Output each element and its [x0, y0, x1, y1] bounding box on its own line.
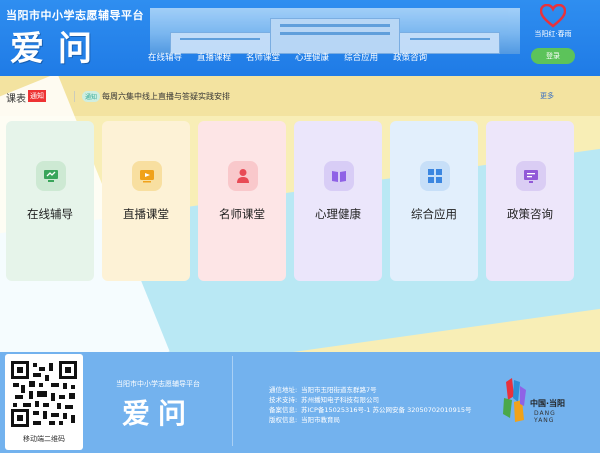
- main-content: 课表 通知 通知 每周六集中线上直播与答疑实践安排 更多 在线辅导 直播课堂 名…: [0, 76, 600, 352]
- qr-code-icon: [11, 361, 77, 427]
- qr-code-box: 移动端二维码: [5, 354, 83, 450]
- brand-badge: 当阳红·春雨: [526, 4, 580, 39]
- brand-en-text: DANG YANG: [534, 410, 556, 424]
- footer-logo: 爱问: [122, 397, 195, 430]
- site-footer: 移动端二维码 当阳市中小学志愿辅导平台 爱问 通信地址: 当阳市玉阳街道东群路7号…: [0, 352, 600, 453]
- school-banner-image: [150, 8, 520, 54]
- online-tutoring-icon: [36, 161, 66, 191]
- nav-item-mental-health[interactable]: 心理健康: [295, 51, 329, 63]
- card-famous-teacher[interactable]: 名师课堂: [198, 121, 286, 281]
- heart-logo-icon: [540, 4, 566, 28]
- footer-info: 通信地址: 当阳市玉阳街道东群路7号 技术支持: 苏州播知电子科技有限公司 备案信息…: [269, 385, 471, 425]
- notice-label: 课表: [6, 94, 26, 105]
- nav-item-policy[interactable]: 政策咨询: [393, 51, 427, 63]
- notice-more-link[interactable]: 更多: [540, 91, 554, 101]
- card-label: 综合应用: [411, 207, 457, 221]
- main-nav: 在线辅导 直播课程 名师课堂 心理健康 综合应用 政策咨询: [148, 51, 442, 63]
- card-label: 直播课堂: [123, 207, 169, 221]
- notice-tag: 通知: [82, 91, 101, 102]
- card-label: 心理健康: [315, 207, 361, 221]
- footer-title: 当阳市中小学志愿辅导平台: [116, 380, 200, 388]
- feature-cards: 在线辅导 直播课堂 名师课堂 心理健康 综合应用 政策咨询: [6, 121, 596, 281]
- notice-message[interactable]: 每周六集中线上直播与答疑实践安排: [102, 91, 230, 102]
- card-label: 名师课堂: [219, 207, 265, 221]
- nav-item-online-tutoring[interactable]: 在线辅导: [148, 51, 182, 63]
- dangyang-emblem-icon: [503, 378, 526, 422]
- site-header: 当阳市中小学志愿辅导平台 爱问 在线辅导 直播课程 名师课堂 心理健康 综合应用…: [0, 0, 600, 76]
- card-policy-consult[interactable]: 政策咨询: [486, 121, 574, 281]
- mental-health-icon: [324, 161, 354, 191]
- footer-divider: [232, 356, 233, 446]
- site-logo[interactable]: 爱问: [10, 21, 106, 70]
- dangyang-brand-logo: 中国·当阳 DANG YANG: [500, 376, 576, 428]
- notice-badge: 通知: [28, 90, 46, 102]
- nav-item-live-courses[interactable]: 直播课程: [197, 51, 231, 63]
- card-label: 政策咨询: [507, 207, 553, 221]
- login-button[interactable]: 登录: [531, 48, 575, 64]
- famous-teacher-icon: [228, 161, 258, 191]
- card-label: 在线辅导: [27, 207, 73, 221]
- brand-caption: 当阳红·春雨: [534, 30, 572, 38]
- card-live-class[interactable]: 直播课堂: [102, 121, 190, 281]
- nav-item-apps[interactable]: 综合应用: [344, 51, 378, 63]
- brand-cn-text: 中国·当阳: [530, 399, 566, 408]
- footer-info-tech: 技术支持: 苏州播知电子科技有限公司: [269, 396, 379, 404]
- footer-info-icp: 备案信息: 苏ICP备15025316号-1 苏公网安备 320507020109…: [269, 406, 472, 414]
- card-mental-health[interactable]: 心理健康: [294, 121, 382, 281]
- apps-icon: [420, 161, 450, 191]
- card-online-tutoring[interactable]: 在线辅导: [6, 121, 94, 281]
- footer-info-copyright: 版权信息: 当阳市教育局: [269, 416, 340, 424]
- nav-item-famous-teacher[interactable]: 名师课堂: [246, 51, 280, 63]
- card-apps[interactable]: 综合应用: [390, 121, 478, 281]
- footer-info-address: 通信地址: 当阳市玉阳街道东群路7号: [269, 386, 377, 394]
- policy-consult-icon: [516, 161, 546, 191]
- notice-bar: 课表 通知 通知 每周六集中线上直播与答疑实践安排 更多: [6, 89, 594, 105]
- qr-caption: 移动端二维码: [23, 435, 65, 443]
- live-class-icon: [132, 161, 162, 191]
